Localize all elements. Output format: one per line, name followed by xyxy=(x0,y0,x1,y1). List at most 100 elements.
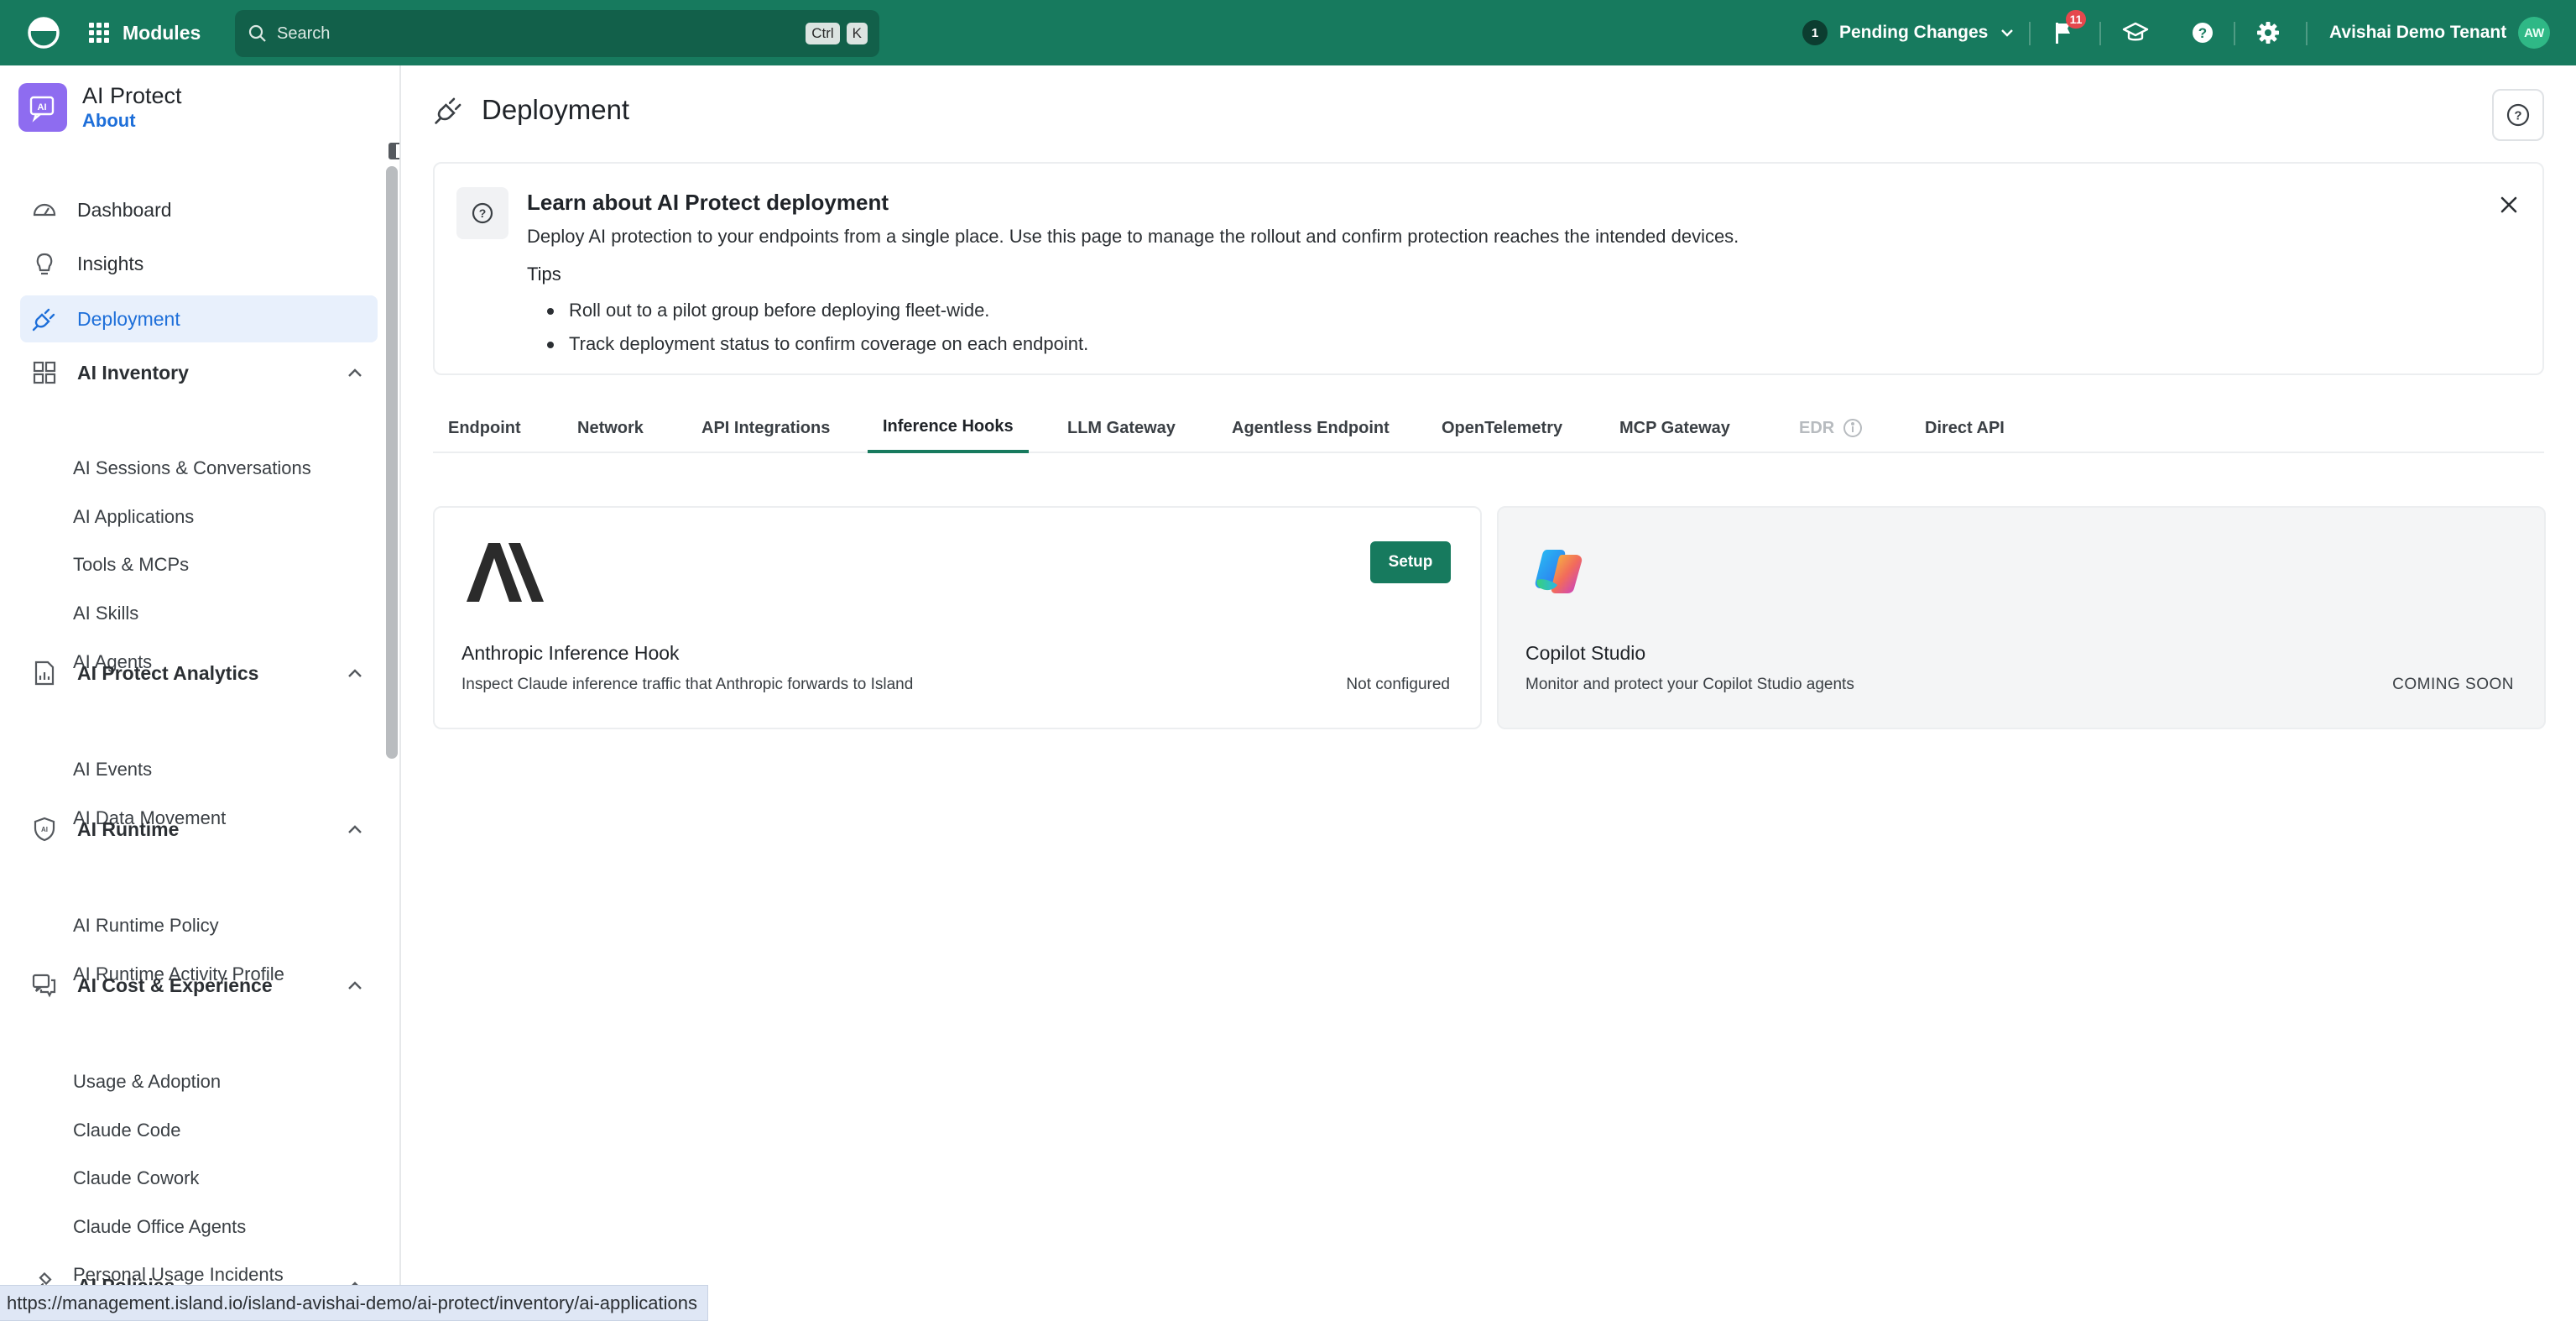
sidebar-item-dashboard[interactable]: Dashboard xyxy=(20,186,378,233)
pending-changes-button[interactable]: 1 Pending Changes xyxy=(1802,16,2015,50)
banner-tips-label: Tips xyxy=(527,264,561,285)
shield-icon: AI xyxy=(30,815,59,843)
integration-card-copilot-studio: Copilot Studio Monitor and protect your … xyxy=(1497,506,2546,729)
sidebar-item-label: Dashboard xyxy=(77,198,172,221)
tab-edr: EDR xyxy=(1784,403,1878,453)
svg-text:?: ? xyxy=(479,206,487,220)
tab-network[interactable]: Network xyxy=(562,403,659,453)
tab-agentless-endpoint[interactable]: Agentless Endpoint xyxy=(1217,403,1405,453)
gauge-icon xyxy=(30,196,59,224)
tab-llm-gateway[interactable]: LLM Gateway xyxy=(1052,403,1191,453)
sidebar-item-ai-runtime-policy[interactable]: AI Runtime Policy xyxy=(73,909,219,942)
card-description: Monitor and protect your Copilot Studio … xyxy=(1525,676,1854,693)
banner-tips-list: Roll out to a pilot group before deployi… xyxy=(546,294,1088,361)
svg-text:AI: AI xyxy=(41,826,48,833)
settings-button[interactable] xyxy=(2253,18,2283,48)
deployment-tabs: Endpoint Network API Integrations Infere… xyxy=(433,403,2544,453)
sidebar-item-claude-office-agents[interactable]: Claude Office Agents xyxy=(73,1210,246,1244)
grid-icon xyxy=(89,23,109,43)
shortcut-k-key: K xyxy=(846,23,868,44)
sidebar-item-insights[interactable]: Insights xyxy=(20,240,378,287)
modules-button[interactable]: Modules xyxy=(87,16,201,50)
chevron-up-icon[interactable] xyxy=(346,977,364,995)
card-description: Inspect Claude inference traffic that An… xyxy=(461,676,914,693)
banner-description: Deploy AI protection to your endpoints f… xyxy=(527,226,1739,247)
sidebar-item-ai-events[interactable]: AI Events xyxy=(73,753,152,786)
sidebar-item-label: AI Cost & Experience xyxy=(77,974,273,996)
island-logo-icon[interactable] xyxy=(27,16,60,50)
shortcut-ctrl-key: Ctrl xyxy=(806,23,840,44)
tab-direct-api[interactable]: Direct API xyxy=(1910,403,2020,453)
chevron-up-icon[interactable] xyxy=(346,665,364,683)
ai-protect-app-icon: AI xyxy=(18,83,67,132)
list-item: Roll out to a pilot group before deployi… xyxy=(546,294,1088,327)
sidebar-item-label: AI Runtime xyxy=(77,817,180,840)
tab-api-integrations[interactable]: API Integrations xyxy=(686,403,845,453)
sidebar-collapse-icon[interactable] xyxy=(388,141,399,163)
tab-edr-label: EDR xyxy=(1799,418,1835,437)
sidebar-item-label: Deployment xyxy=(77,307,180,330)
app-header: AI AI Protect About xyxy=(18,82,182,133)
sidebar-group-ai-protect-analytics[interactable]: AI Protect Analytics xyxy=(20,650,378,697)
search-placeholder: Search xyxy=(277,23,331,43)
tab-mcp-gateway[interactable]: MCP Gateway xyxy=(1604,403,1745,453)
sidebar-item-deployment[interactable]: Deployment xyxy=(20,295,378,342)
info-icon[interactable] xyxy=(1843,418,1863,438)
pending-changes-label: Pending Changes xyxy=(1839,23,1989,42)
tenant-menu[interactable]: Avishai Demo Tenant AW xyxy=(2329,16,2551,50)
top-bar: Modules Search Ctrl K 1 Pending Changes … xyxy=(0,0,2576,65)
tenant-name: Avishai Demo Tenant xyxy=(2329,23,2507,42)
page-help-button[interactable]: ? xyxy=(2492,89,2544,141)
sidebar-group-ai-cost-experience[interactable]: AI Cost & Experience xyxy=(20,962,378,1009)
tab-endpoint[interactable]: Endpoint xyxy=(433,403,536,453)
sidebar-item-usage-adoption[interactable]: Usage & Adoption xyxy=(73,1065,221,1099)
search-icon xyxy=(248,24,266,42)
sidebar-item-tools-mcps[interactable]: Tools & MCPs xyxy=(73,548,189,582)
sidebar-item-ai-sessions[interactable]: AI Sessions & Conversations xyxy=(73,452,311,485)
svg-text:?: ? xyxy=(2198,25,2207,41)
banner-title: Learn about AI Protect deployment xyxy=(527,190,889,215)
notifications-badge: 11 xyxy=(2066,10,2086,29)
page-header: Deployment xyxy=(433,94,629,126)
graduation-cap-icon xyxy=(2122,22,2149,41)
plug-icon xyxy=(30,305,59,333)
sidebar-group-ai-inventory[interactable]: AI Inventory xyxy=(20,349,378,396)
topbar-divider xyxy=(2099,22,2101,45)
close-icon[interactable] xyxy=(2497,193,2522,218)
sidebar-item-claude-cowork[interactable]: Claude Cowork xyxy=(73,1162,199,1195)
app-title: AI Protect xyxy=(82,83,182,108)
card-title: Copilot Studio xyxy=(1525,642,1646,664)
sidebar-item-claude-code[interactable]: Claude Code xyxy=(73,1114,180,1147)
topbar-divider xyxy=(2306,22,2307,45)
academy-button[interactable] xyxy=(2120,18,2151,48)
notifications-button[interactable]: 11 xyxy=(2049,10,2086,48)
chevron-up-icon[interactable] xyxy=(346,364,364,383)
svg-text:AI: AI xyxy=(38,102,47,112)
analytics-file-icon xyxy=(30,659,59,687)
link-preview-url: https://management.island.io/island-avis… xyxy=(0,1285,708,1321)
lightbulb-icon xyxy=(30,249,59,278)
anthropic-logo-icon xyxy=(467,543,544,602)
help-button[interactable]: ? xyxy=(2188,18,2218,48)
sidebar-scrollbar[interactable] xyxy=(386,166,398,759)
sidebar-group-ai-runtime[interactable]: AI AI Runtime xyxy=(20,806,378,853)
chevron-up-icon[interactable] xyxy=(346,821,364,839)
sidebar: AI AI Protect About Dashboard Insights D… xyxy=(0,65,401,1321)
sidebar-item-ai-applications[interactable]: AI Applications xyxy=(73,500,194,534)
tab-inference-hooks[interactable]: Inference Hooks xyxy=(868,403,1029,453)
avatar: AW xyxy=(2518,17,2551,49)
chat-bubbles-icon xyxy=(30,971,59,1000)
setup-button[interactable]: Setup xyxy=(1370,541,1451,583)
search-input[interactable]: Search Ctrl K xyxy=(235,10,879,57)
integration-card-anthropic[interactable]: Setup Anthropic Inference Hook Inspect C… xyxy=(433,506,1482,729)
copilot-logo-icon xyxy=(1532,546,1586,597)
sidebar-item-ai-skills[interactable]: AI Skills xyxy=(73,597,138,630)
plug-icon xyxy=(435,97,461,124)
tab-opentelemetry[interactable]: OpenTelemetry xyxy=(1426,403,1577,453)
about-link[interactable]: About xyxy=(82,109,182,133)
topbar-divider xyxy=(2029,22,2031,45)
info-banner: ? Learn about AI Protect deployment Depl… xyxy=(433,162,2544,375)
pending-changes-count: 1 xyxy=(1802,20,1828,45)
svg-text:?: ? xyxy=(2514,109,2521,123)
card-title: Anthropic Inference Hook xyxy=(461,642,680,664)
